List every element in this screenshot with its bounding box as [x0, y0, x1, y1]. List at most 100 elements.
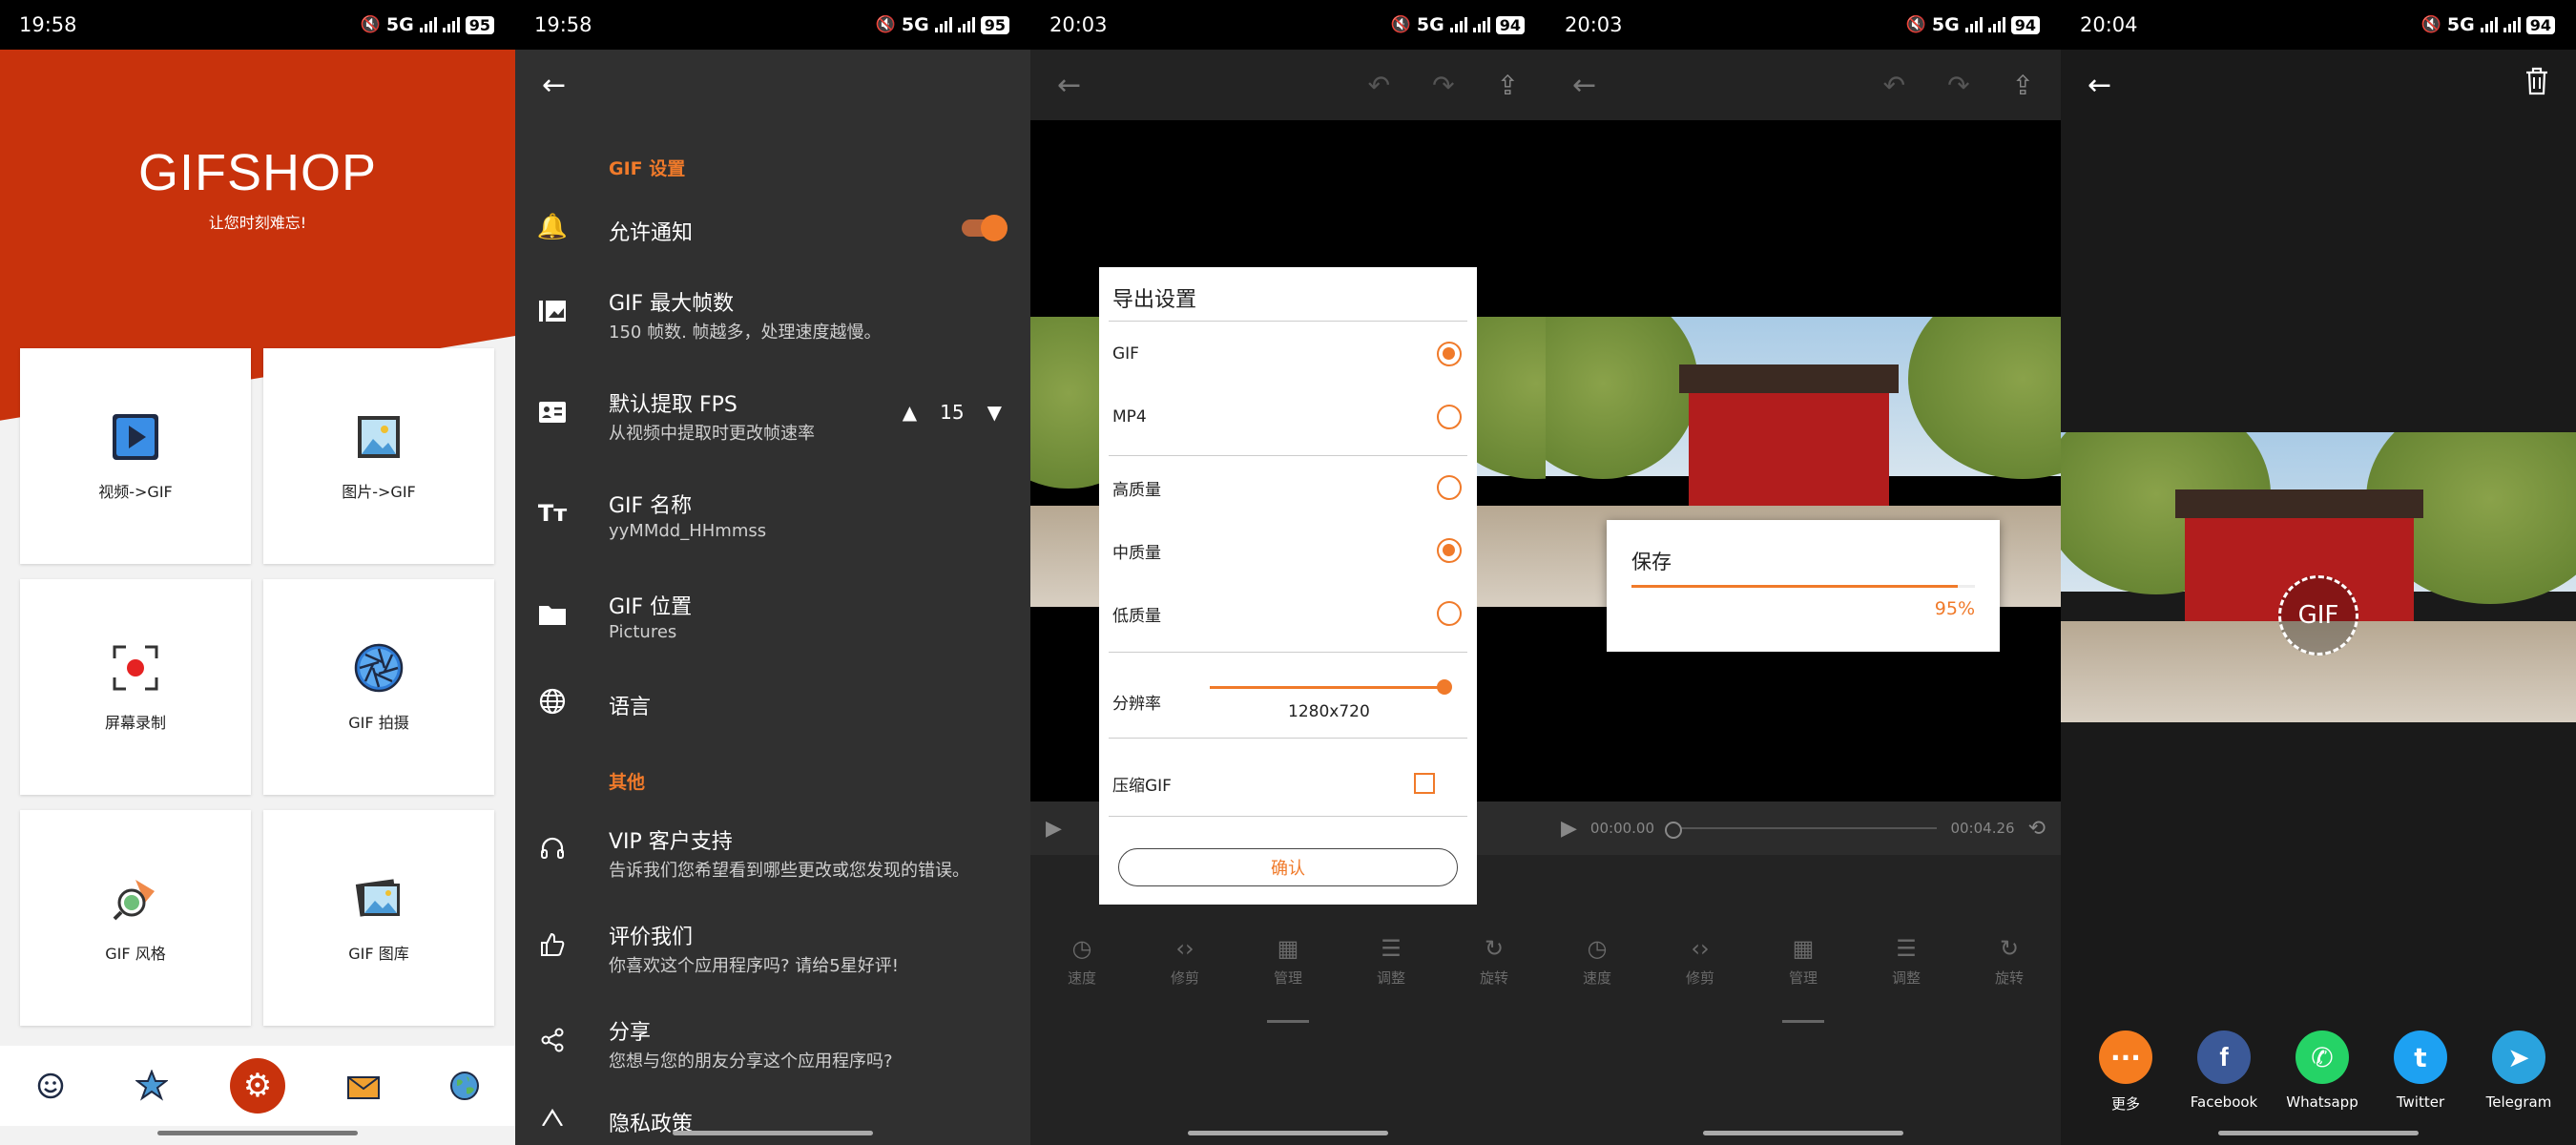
globe-icon — [538, 687, 567, 716]
option-low-quality[interactable]: 低质量 — [1112, 594, 1462, 633]
gesture-bar — [673, 1131, 873, 1135]
tool-speed[interactable]: ◷ 速度 — [1559, 935, 1635, 988]
back-arrow-icon[interactable]: ← — [2088, 69, 2111, 102]
setting-vip-support[interactable]: VIP 客户支持 告诉我们您希望看到哪些更改或您发现的错误。 — [515, 809, 1030, 889]
setting-notifications[interactable]: 🔔 允许通知 — [515, 187, 1030, 267]
trash-icon[interactable] — [2524, 67, 2549, 103]
contact-card-icon — [538, 398, 567, 427]
tool-speed[interactable]: ◷ 速度 — [1044, 935, 1120, 988]
setting-language[interactable]: 语言 — [515, 661, 1030, 741]
settings-screen: 19:58 🔇 5G 95 ← GIF 设置 🔔 允许通知 GIF 最大帧数 1… — [515, 0, 1030, 1145]
back-arrow-icon[interactable]: ← — [542, 69, 566, 102]
back-arrow-icon[interactable]: ← — [1572, 69, 1596, 102]
tile-video-to-gif[interactable]: 视频->GIF — [20, 348, 251, 564]
frames-icon — [538, 297, 567, 325]
resolution-slider[interactable] — [1210, 679, 1452, 695]
home-screen: 19:58 🔇 5G 95 GIFSHOP 让您时刻难忘! 视频->GIF 图片… — [0, 0, 515, 1145]
tool-trim[interactable]: ‹› 修剪 — [1147, 935, 1223, 988]
seek-bar[interactable] — [1665, 822, 1938, 839]
palette-search-icon — [109, 872, 162, 926]
network-type: 5G — [1931, 14, 1960, 35]
mail-icon[interactable] — [341, 1063, 386, 1109]
option-medium-quality[interactable]: 中质量 — [1112, 531, 1462, 570]
resolution-value: 1280x720 — [1288, 702, 1370, 721]
battery-level: 95 — [980, 15, 1009, 34]
option-gif[interactable]: GIF — [1112, 335, 1462, 373]
tool-trim[interactable]: ‹› 修剪 — [1662, 935, 1738, 988]
share-row: ··· 更多 f Facebook ✆ Whatsapp t Twitter ➤ Tele… — [2061, 1030, 2576, 1114]
gear-icon[interactable]: ⚙ — [230, 1058, 285, 1114]
tile-image-to-gif[interactable]: 图片->GIF — [263, 348, 494, 564]
status-bar: 19:58 🔇 5G 95 — [515, 0, 1030, 50]
share-twitter[interactable]: t Twitter — [2377, 1030, 2464, 1114]
share-more[interactable]: ··· 更多 — [2082, 1030, 2170, 1114]
tool-adjust[interactable]: ☰ 调整 — [1353, 935, 1429, 988]
status-time: 19:58 — [534, 13, 592, 36]
radio-gif[interactable] — [1437, 342, 1462, 366]
globe-icon[interactable] — [442, 1063, 488, 1109]
tool-adjust[interactable]: ☰ 调整 — [1868, 935, 1944, 988]
share-facebook[interactable]: f Facebook — [2180, 1030, 2268, 1114]
export-icon[interactable]: ⇪ — [2012, 70, 2034, 101]
radio-medium-quality[interactable] — [1437, 538, 1462, 563]
tile-label: GIF 图库 — [348, 945, 409, 963]
status-time: 20:03 — [1049, 13, 1108, 36]
tile-gif-style[interactable]: GIF 风格 — [20, 810, 251, 1026]
bell-icon: 🔔 — [536, 213, 569, 241]
radio-high-quality[interactable] — [1437, 475, 1462, 500]
setting-share[interactable]: 分享 您想与您的朋友分享这个应用程序吗? — [515, 1000, 1030, 1080]
play-icon[interactable]: ▶ — [1046, 817, 1062, 841]
setting-default-fps[interactable]: 默认提取 FPS 从视频中提取时更改帧速率 ▲ 15 ▼ — [515, 372, 1030, 452]
redo-icon[interactable]: ↷ — [1432, 70, 1454, 101]
tool-rotate[interactable]: ↻ 旋转 — [1971, 935, 2047, 988]
notifications-toggle[interactable] — [962, 215, 1008, 241]
share-telegram[interactable]: ➤ Telegram — [2475, 1030, 2563, 1114]
battery-level: 95 — [465, 15, 494, 34]
facebook-icon: f — [2197, 1030, 2251, 1084]
redo-icon[interactable]: ↷ — [1947, 70, 1969, 101]
signal-icon — [442, 17, 460, 32]
decrease-icon[interactable]: ▼ — [987, 401, 1002, 424]
fps-value: 15 — [940, 401, 965, 424]
share-whatsapp[interactable]: ✆ Whatsapp — [2278, 1030, 2366, 1114]
privacy-icon — [538, 1102, 567, 1131]
tool-manage[interactable]: ▦ 管理 — [1765, 935, 1841, 988]
smile-icon[interactable] — [28, 1063, 73, 1109]
setting-gif-location[interactable]: GIF 位置 Pictures — [515, 574, 1030, 655]
setting-rate-us[interactable]: 评价我们 你喜欢这个应用程序吗? 请给5星好评! — [515, 905, 1030, 985]
twitter-icon: t — [2394, 1030, 2447, 1084]
status-bar: 20:03 🔇 5G 94 — [1546, 0, 2061, 50]
compress-gif-checkbox[interactable] — [1414, 773, 1435, 794]
tile-gif-gallery[interactable]: GIF 图库 — [263, 810, 494, 1026]
tile-screen-record[interactable]: 屏幕录制 — [20, 579, 251, 795]
undo-icon[interactable]: ↶ — [1883, 70, 1905, 101]
bottom-nav: ⚙ — [0, 1046, 515, 1126]
confirm-button[interactable]: 确认 — [1118, 848, 1458, 886]
fps-stepper[interactable]: ▲ 15 ▼ — [903, 401, 1002, 424]
dialog-title: 导出设置 — [1112, 288, 1197, 312]
setting-max-frames[interactable]: GIF 最大帧数 150 帧数. 帧越多，处理速度越慢。 — [515, 271, 1030, 351]
more-icon: ··· — [2099, 1030, 2152, 1084]
increase-icon[interactable]: ▲ — [903, 401, 917, 424]
tool-manage[interactable]: ▦ 管理 — [1250, 935, 1326, 988]
gesture-bar — [1188, 1131, 1388, 1135]
thumbs-up-icon — [538, 930, 567, 959]
setting-gif-name[interactable]: Tт GIF 名称 yyMMdd_HHmmss — [515, 473, 1030, 553]
undo-icon[interactable]: ↶ — [1368, 70, 1390, 101]
star-badge-icon[interactable] — [129, 1063, 175, 1109]
signal-icon — [934, 17, 952, 32]
export-icon[interactable]: ⇪ — [1497, 70, 1519, 101]
tile-gif-capture[interactable]: GIF 拍摄 — [263, 579, 494, 795]
option-high-quality[interactable]: 高质量 — [1112, 468, 1462, 507]
back-arrow-icon[interactable]: ← — [1057, 69, 1081, 102]
tool-rotate[interactable]: ↻ 旋转 — [1456, 935, 1532, 988]
loop-icon[interactable]: ⟲ — [2028, 817, 2046, 841]
play-icon[interactable]: ▶ — [1561, 817, 1577, 841]
sliders-icon: ☰ — [1896, 935, 1917, 962]
setting-privacy-policy[interactable]: 隐私政策 — [515, 1095, 1030, 1136]
gif-badge: GIF — [2278, 575, 2358, 656]
option-mp4[interactable]: MP4 — [1112, 398, 1462, 436]
radio-low-quality[interactable] — [1437, 601, 1462, 626]
whatsapp-icon: ✆ — [2296, 1030, 2349, 1084]
radio-mp4[interactable] — [1437, 405, 1462, 429]
